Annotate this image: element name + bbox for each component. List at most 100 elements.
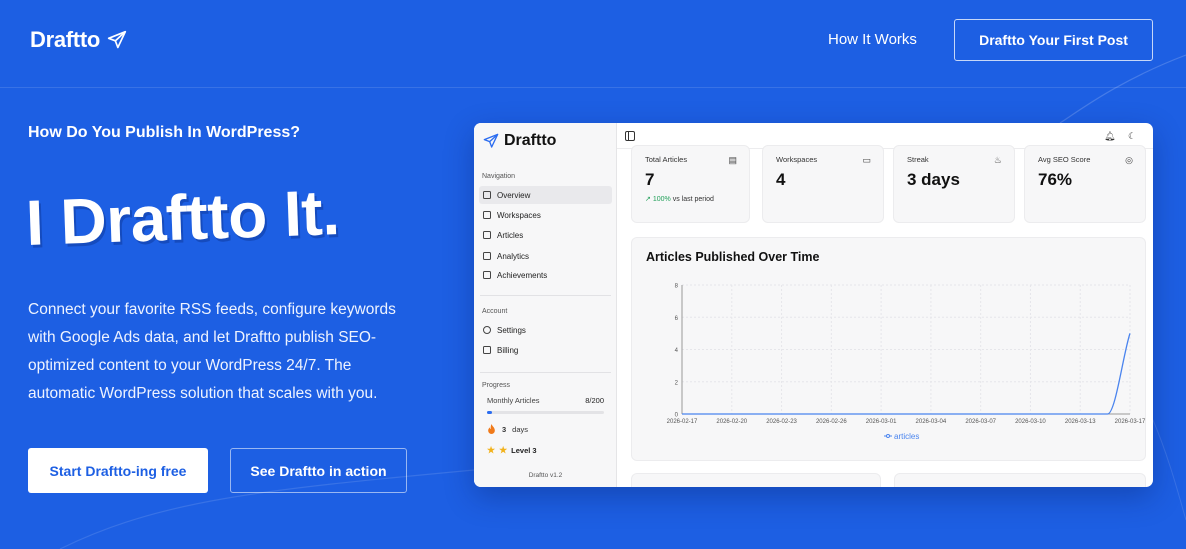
moon-icon[interactable]: ☾ <box>1128 131 1136 142</box>
y-tick-label: 0 <box>675 413 679 419</box>
stat-value: 3 days <box>907 170 960 189</box>
navigation-label: Navigation <box>482 173 516 180</box>
y-tick-label: 8 <box>675 284 679 290</box>
document-icon <box>483 231 491 239</box>
x-tick-label: 2026-03-01 <box>866 419 897 425</box>
brand-name: Draftto <box>30 27 101 52</box>
dashboard-sidebar: Draftto Navigation Overview Workspaces A… <box>474 123 617 487</box>
stat-label: Avg SEO Score <box>1038 155 1091 164</box>
stat-value: 7 <box>645 170 655 189</box>
sidebar-item-settings[interactable]: Settings <box>479 321 612 339</box>
trend-value: 100% <box>652 196 671 203</box>
sidebar-item-label: Articles <box>497 230 524 240</box>
flame-icon: ♨ <box>993 155 1002 165</box>
sidebar-item-achievements[interactable]: Achievements <box>479 266 612 284</box>
account-label: Account <box>482 308 508 315</box>
trend-text: vs last period <box>672 196 714 203</box>
stat-value: 76% <box>1038 170 1073 189</box>
dashboard-logo[interactable]: Draftto <box>483 132 556 150</box>
paper-plane-icon <box>483 133 499 148</box>
monthly-progress-fill <box>487 411 492 414</box>
sidebar-item-articles[interactable]: Articles <box>479 226 612 244</box>
hero-headline: I Draftto It. <box>24 176 341 259</box>
dashboard-preview: Draftto Navigation Overview Workspaces A… <box>474 123 1153 487</box>
monthly-progress-bar <box>487 411 604 414</box>
target-icon: ◎ <box>1125 155 1133 165</box>
progress-label: Progress <box>482 382 511 389</box>
sidebar-item-label: Achievements <box>497 270 548 280</box>
version-label: Draftto v1.2 <box>528 472 563 479</box>
see-in-action-button[interactable]: See Draftto in action <box>230 448 407 493</box>
x-tick-label: 2026-02-26 <box>816 419 847 425</box>
y-tick-label: 6 <box>675 316 679 322</box>
stat-value: 4 <box>776 170 786 189</box>
flame-icon <box>488 424 495 434</box>
sidebar-divider <box>480 372 611 373</box>
sidebar-item-analytics[interactable]: Analytics <box>479 247 612 265</box>
x-tick-label: 2026-03-13 <box>1065 419 1096 425</box>
start-free-button[interactable]: Start Draftto-ing free <box>28 448 208 493</box>
y-tick-label: 4 <box>675 348 679 354</box>
bar-chart-icon <box>483 252 491 260</box>
sidebar-toggle-icon[interactable] <box>625 131 635 141</box>
streak-row: 3 days <box>487 424 528 434</box>
trophy-icon <box>483 271 491 279</box>
star-icon: ★ <box>487 445 496 455</box>
x-tick-label: 2026-02-23 <box>766 419 797 425</box>
sidebar-item-billing[interactable]: Billing <box>479 341 612 359</box>
stat-label: Workspaces <box>776 155 818 164</box>
chart-card: Articles Published Over Time 0 2 4 6 8 2026-0… <box>631 237 1146 461</box>
top-nav: Draftto How It Works Draftto Your First … <box>0 0 1186 88</box>
x-tick-label: 2026-03-17 <box>1115 419 1146 425</box>
x-tick-label: 2026-03-10 <box>1015 419 1046 425</box>
gear-icon <box>483 326 491 334</box>
level-label: Level 3 <box>511 446 537 455</box>
bottom-card-right <box>894 473 1146 487</box>
brand-logo[interactable]: Draftto <box>30 27 128 53</box>
bell-icon[interactable]: 🔔︎ <box>1104 131 1115 142</box>
sidebar-item-label: Overview <box>497 190 531 200</box>
monthly-articles-row: Monthly Articles 8/200 <box>487 396 604 405</box>
star-icon: ★ <box>499 445 508 455</box>
x-tick-label: 2026-02-20 <box>716 419 747 425</box>
stat-trend: ↗ 100% vs last period <box>645 195 714 203</box>
stat-label: Total Articles <box>645 155 688 164</box>
hero-description: Connect your favorite RSS feeds, configu… <box>28 301 396 402</box>
first-post-button[interactable]: Draftto Your First Post <box>954 19 1153 61</box>
bottom-card-left <box>631 473 881 487</box>
sidebar-item-label: Billing <box>497 345 519 355</box>
how-it-works-link[interactable]: How It Works <box>828 31 917 48</box>
folder-icon: ▭ <box>862 155 871 165</box>
level-row: ★ ★ Level 3 <box>487 445 537 456</box>
credit-card-icon <box>483 346 491 354</box>
grid-icon <box>483 191 491 199</box>
folder-icon <box>483 211 491 219</box>
sidebar-item-workspaces[interactable]: Workspaces <box>479 206 612 224</box>
sidebar-divider <box>480 295 611 296</box>
stat-card-seo-score: Avg SEO Score ◎ 76% <box>1024 145 1146 223</box>
sidebar-item-label: Analytics <box>497 251 530 261</box>
monthly-articles-value: 8/200 <box>585 396 604 405</box>
stat-card-streak: Streak ♨ 3 days <box>893 145 1015 223</box>
legend-label: articles <box>894 432 919 441</box>
paper-plane-icon <box>107 30 127 49</box>
articles-line-chart: 0 2 4 6 8 2026-02-17 2026-02-20 2026-02-23 2026-… <box>667 284 1146 442</box>
stat-card-total-articles: Total Articles ▤ 7 ↗ 100% vs last period <box>631 145 750 223</box>
series-line-articles <box>682 333 1131 415</box>
hero-kicker: How Do You Publish In WordPress? <box>28 124 301 141</box>
trend-up-icon: ↗ <box>645 196 651 203</box>
monthly-articles-label: Monthly Articles <box>487 396 540 405</box>
sidebar-item-label: Settings <box>497 325 526 335</box>
sidebar-item-label: Workspaces <box>497 210 541 220</box>
x-tick-label: 2026-03-04 <box>916 419 947 425</box>
x-tick-label: 2026-03-07 <box>965 419 996 425</box>
streak-count: 3 <box>502 424 507 434</box>
y-tick-label: 2 <box>675 380 679 386</box>
document-icon: ▤ <box>728 155 737 165</box>
dashboard-logo-text: Draftto <box>504 132 557 149</box>
sidebar-item-overview[interactable]: Overview <box>479 186 612 204</box>
streak-unit: days <box>512 424 529 434</box>
x-tick-label: 2026-02-17 <box>667 419 698 425</box>
stat-card-workspaces: Workspaces ▭ 4 <box>762 145 884 223</box>
legend-marker <box>886 434 890 438</box>
